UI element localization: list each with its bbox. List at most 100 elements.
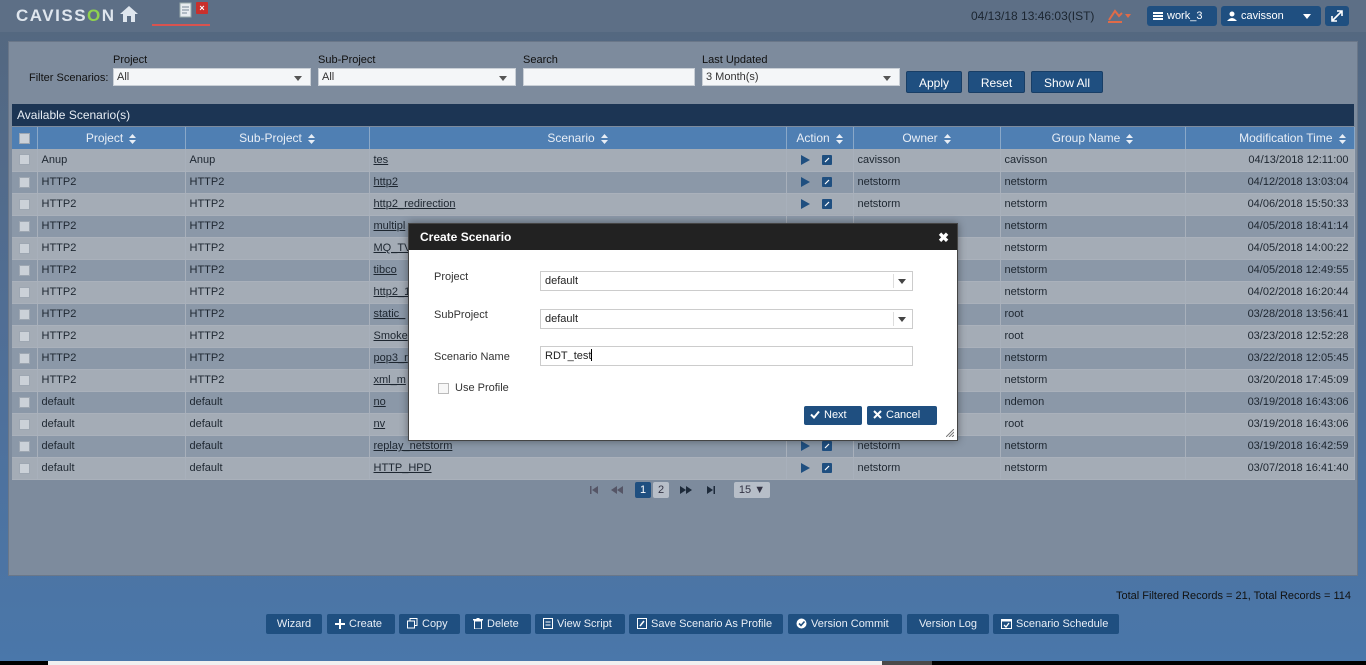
edit-icon[interactable] <box>821 177 832 188</box>
subproject-select[interactable]: default <box>540 309 913 329</box>
user-menu-button[interactable]: cavisson <box>1221 6 1321 26</box>
row-checkbox[interactable] <box>18 176 30 188</box>
delete-button[interactable]: Delete <box>465 614 531 634</box>
scenario-link[interactable]: tes <box>374 154 389 166</box>
run-icon[interactable] <box>800 441 810 452</box>
subproject-filter-select[interactable]: All <box>318 68 516 86</box>
row-checkbox-cell[interactable] <box>12 457 38 480</box>
page-1-button[interactable]: 1 <box>635 482 651 498</box>
table-row[interactable]: default default HTTP_HPD netstorm netstorm 03… <box>12 457 1355 480</box>
scenario-link[interactable]: HTTP_HPD <box>374 462 432 474</box>
row-checkbox-cell[interactable] <box>12 303 38 326</box>
column-header-subproject[interactable]: Sub-Project <box>185 127 370 149</box>
row-checkbox[interactable] <box>18 352 30 364</box>
scenario-link[interactable]: xml_m <box>374 374 406 386</box>
row-checkbox-cell[interactable] <box>12 149 38 172</box>
row-checkbox-cell[interactable] <box>12 325 38 348</box>
project-select[interactable]: default <box>540 271 913 291</box>
row-checkbox-cell[interactable] <box>12 259 38 282</box>
run-icon[interactable] <box>800 154 810 165</box>
last-updated-select[interactable]: 3 Month(s) <box>702 68 900 86</box>
project-filter-select[interactable]: All <box>113 68 311 86</box>
row-checkbox[interactable] <box>18 330 30 342</box>
next-button[interactable]: Next <box>804 406 862 425</box>
select-all-checkbox-cell[interactable] <box>12 127 38 149</box>
row-checkbox[interactable] <box>18 418 30 430</box>
scenario-link[interactable]: static_ <box>374 308 406 320</box>
last-page-icon[interactable] <box>705 482 717 498</box>
apply-button[interactable]: Apply <box>906 71 962 93</box>
wizard-button[interactable]: Wizard <box>266 614 322 634</box>
next-page-icon[interactable] <box>679 482 693 498</box>
row-checkbox-cell[interactable] <box>12 171 38 194</box>
table-row[interactable]: Anup Anup tes cavisson cavisson 04/13/2018 12… <box>12 149 1355 172</box>
home-icon[interactable] <box>118 4 140 24</box>
scenario-link[interactable]: MQ_TV <box>374 242 412 254</box>
row-checkbox[interactable] <box>18 440 30 452</box>
fullscreen-button[interactable] <box>1325 6 1349 26</box>
show-all-button[interactable]: Show All <box>1031 71 1103 93</box>
row-checkbox[interactable] <box>18 308 30 320</box>
scenario-link[interactable]: multipl <box>374 220 406 232</box>
scenario-name-input[interactable]: RDT_test <box>540 346 913 366</box>
resize-handle-icon[interactable] <box>946 429 954 437</box>
row-checkbox[interactable] <box>18 396 30 408</box>
scenario-tab-icon[interactable] <box>178 2 194 18</box>
edit-icon[interactable] <box>821 463 832 474</box>
table-row[interactable]: HTTP2 HTTP2 http2 netstorm netstorm 04/12/201… <box>12 171 1355 194</box>
run-icon[interactable] <box>800 177 810 188</box>
row-checkbox[interactable] <box>18 242 30 254</box>
page-size-select[interactable]: 15 ▼ <box>734 482 770 498</box>
copy-button[interactable]: Copy <box>399 614 460 634</box>
row-checkbox-cell[interactable] <box>12 435 38 458</box>
row-checkbox[interactable] <box>18 154 30 166</box>
use-profile-checkbox[interactable] <box>438 383 449 394</box>
row-checkbox[interactable] <box>18 286 30 298</box>
search-input[interactable] <box>523 68 695 86</box>
scenario-link[interactable]: http2_redirection <box>374 198 456 210</box>
row-checkbox-cell[interactable] <box>12 193 38 216</box>
row-checkbox[interactable] <box>18 374 30 386</box>
version-log-button[interactable]: Version Log <box>907 614 989 634</box>
row-checkbox-cell[interactable] <box>12 369 38 392</box>
alert-bell-icon[interactable] <box>1106 8 1132 24</box>
edit-icon[interactable] <box>821 441 832 452</box>
row-checkbox[interactable] <box>18 462 30 474</box>
scenario-link[interactable]: http2 <box>374 176 398 188</box>
run-icon[interactable] <box>800 199 810 210</box>
cancel-button[interactable]: Cancel <box>867 406 937 425</box>
close-icon[interactable]: ✖ <box>938 225 949 251</box>
scenario-link[interactable]: replay_netstorm <box>374 440 453 452</box>
row-checkbox[interactable] <box>18 264 30 276</box>
reset-button[interactable]: Reset <box>968 71 1025 93</box>
row-checkbox[interactable] <box>18 220 30 232</box>
scenario-link[interactable]: pop3_r <box>374 352 408 364</box>
page-2-button[interactable]: 2 <box>653 482 669 498</box>
scenario-link[interactable]: Smoke <box>374 330 408 342</box>
column-header-owner[interactable]: Owner <box>853 127 1001 149</box>
table-row[interactable]: HTTP2 HTTP2 http2_redirection netstorm netst… <box>12 193 1355 216</box>
row-checkbox-cell[interactable] <box>12 237 38 260</box>
select-all-checkbox[interactable] <box>18 132 30 144</box>
scenario-link[interactable]: tibco <box>374 264 397 276</box>
column-header-action[interactable]: Action <box>786 127 854 149</box>
row-checkbox-cell[interactable] <box>12 281 38 304</box>
row-checkbox-cell[interactable] <box>12 347 38 370</box>
scenario-link[interactable]: nv <box>374 418 386 430</box>
scenario-link[interactable]: no <box>374 396 386 408</box>
edit-icon[interactable] <box>821 199 832 210</box>
workspace-button[interactable]: work_3 <box>1147 6 1217 26</box>
column-header-modification-time[interactable]: Modification Time <box>1185 127 1355 149</box>
create-button[interactable]: Create <box>327 614 395 634</box>
edit-icon[interactable] <box>821 154 832 165</box>
scenario-link[interactable]: http2_1 <box>374 286 411 298</box>
run-icon[interactable] <box>800 463 810 474</box>
version-commit-button[interactable]: Version Commit <box>788 614 902 634</box>
first-page-icon[interactable] <box>588 482 600 498</box>
row-checkbox-cell[interactable] <box>12 391 38 414</box>
column-header-group-name[interactable]: Group Name <box>1000 127 1186 149</box>
view-script-button[interactable]: View Script <box>535 614 625 634</box>
row-checkbox-cell[interactable] <box>12 215 38 238</box>
row-checkbox-cell[interactable] <box>12 413 38 436</box>
column-header-scenario[interactable]: Scenario <box>369 127 787 149</box>
